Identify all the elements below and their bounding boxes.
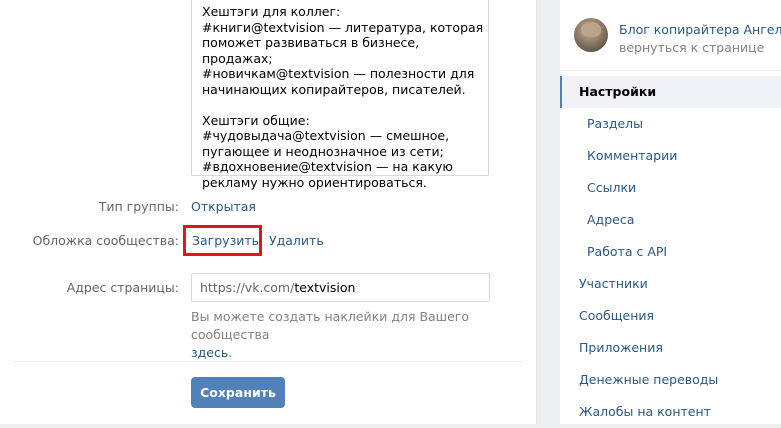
sidebar: Блог копирайтера Ангел... вернуться к ст…	[560, 0, 781, 424]
sidebar-header: Блог копирайтера Ангел... вернуться к ст…	[560, 0, 781, 71]
group-avatar[interactable]	[574, 18, 608, 52]
highlight-box	[183, 225, 262, 256]
cover-delete-link[interactable]: Удалить	[269, 233, 324, 248]
group-type-label: Тип группы:	[98, 199, 179, 214]
stickers-note: Вы можете создать наклейки для Вашего со…	[191, 308, 531, 362]
settings-panel: Хештэги для коллег: #книги@textvision — …	[0, 0, 537, 424]
address-value[interactable]: textvision	[294, 280, 355, 295]
nav-links[interactable]: Ссылки	[560, 172, 781, 204]
divider	[14, 361, 522, 362]
description-text[interactable]: Хештэги для коллег: #книги@textvision — …	[202, 4, 484, 190]
stickers-note-text: Вы можете создать наклейки для Вашего со…	[191, 309, 470, 342]
address-prefix: https://vk.com/	[200, 280, 295, 295]
group-name[interactable]: Блог копирайтера Ангел...	[619, 22, 781, 37]
address-label: Адрес страницы:	[66, 280, 179, 295]
nav-comments[interactable]: Комментарии	[560, 140, 781, 172]
nav-money-transfers[interactable]: Денежные переводы	[560, 364, 781, 396]
cover-label: Обложка сообщества:	[32, 233, 179, 248]
save-button[interactable]: Сохранить	[191, 377, 285, 408]
nav-sections[interactable]: Разделы	[560, 108, 781, 140]
address-input[interactable]: https://vk.com/textvision	[191, 273, 490, 302]
nav-members[interactable]: Участники	[560, 268, 781, 300]
stickers-note-end: .	[228, 345, 233, 360]
nav-api[interactable]: Работа с API	[560, 236, 781, 268]
back-to-page-link[interactable]: вернуться к странице	[619, 40, 764, 55]
nav-addresses[interactable]: Адреса	[560, 204, 781, 236]
description-textarea[interactable]: Хештэги для коллег: #книги@textvision — …	[191, 0, 489, 190]
nav-content-reports[interactable]: Жалобы на контент	[560, 396, 781, 428]
group-type-value[interactable]: Открытая	[191, 199, 256, 214]
nav-messages[interactable]: Сообщения	[560, 300, 781, 332]
nav-apps[interactable]: Приложения	[560, 332, 781, 364]
stickers-here-link[interactable]: здесь	[191, 345, 228, 360]
nav-settings[interactable]: Настройки	[560, 76, 781, 108]
